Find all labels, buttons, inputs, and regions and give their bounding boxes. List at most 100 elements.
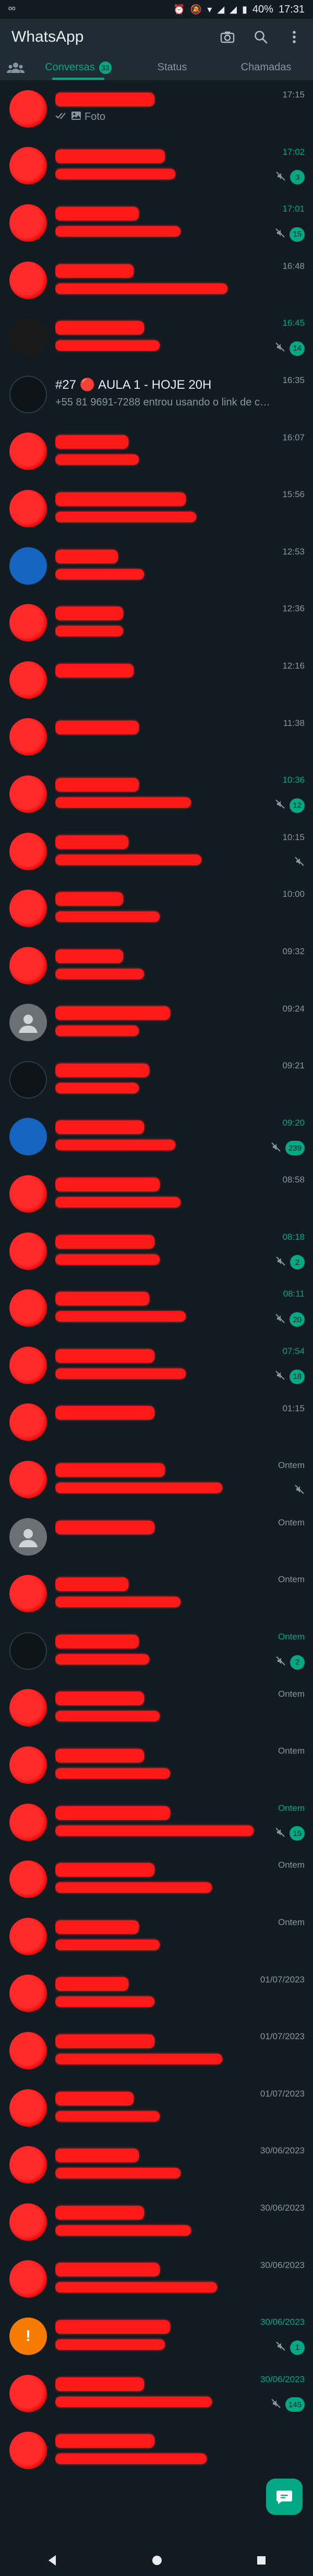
chat-row[interactable]: 30/06/2023: [0, 2193, 313, 2251]
avatar[interactable]: [9, 1004, 47, 1042]
avatar[interactable]: [9, 2203, 47, 2241]
redacted-name: [55, 435, 128, 449]
avatar[interactable]: [9, 204, 47, 242]
chat-row[interactable]: 10:00: [0, 880, 313, 937]
avatar[interactable]: [9, 1175, 47, 1213]
avatar[interactable]: [9, 1118, 47, 1156]
search-icon[interactable]: [251, 28, 270, 46]
avatar[interactable]: [9, 661, 47, 699]
chat-row[interactable]: 15:56: [0, 480, 313, 537]
avatar[interactable]: [9, 1632, 47, 1670]
more-options-icon[interactable]: [285, 28, 304, 46]
avatar[interactable]: [9, 147, 47, 185]
avatar[interactable]: [9, 1917, 47, 1955]
tab-status[interactable]: Status: [125, 55, 219, 80]
chat-row[interactable]: 16:48: [0, 252, 313, 309]
chat-row[interactable]: 09:20 239: [0, 1108, 313, 1166]
chat-row[interactable]: 09:24: [0, 994, 313, 1052]
chat-row[interactable]: 11:38: [0, 709, 313, 766]
avatar[interactable]: [9, 718, 47, 756]
avatar[interactable]: [9, 2374, 47, 2412]
chat-row[interactable]: Ontem: [0, 1908, 313, 1965]
chat-row[interactable]: 01/07/2023: [0, 1965, 313, 2023]
chat-row[interactable]: #27 🔴 AULA 1 - HOJE 20H +55 81 9691-7288 …: [0, 366, 313, 423]
avatar[interactable]: [9, 1346, 47, 1384]
avatar[interactable]: [9, 2260, 47, 2298]
chat-row[interactable]: 30/06/2023: [0, 2136, 313, 2193]
avatar[interactable]: [9, 2146, 47, 2184]
avatar[interactable]: [9, 90, 47, 128]
avatar[interactable]: [9, 775, 47, 813]
avatar[interactable]: [9, 2031, 47, 2069]
chat-row[interactable]: Ontem: [0, 1508, 313, 1566]
avatar[interactable]: [9, 318, 47, 356]
chat-row[interactable]: [0, 2422, 313, 2479]
chat-row[interactable]: Ontem: [0, 1451, 313, 1508]
chat-row[interactable]: Ontem: [0, 1736, 313, 1794]
avatar[interactable]: [9, 2432, 47, 2470]
chat-row[interactable]: ! 30/06/2023 1: [0, 2308, 313, 2365]
avatar[interactable]: [9, 375, 47, 413]
chat-row[interactable]: 12:16: [0, 651, 313, 709]
chat-row[interactable]: 17:02 3: [0, 138, 313, 195]
redacted-snippet: [55, 1768, 170, 1779]
avatar[interactable]: [9, 2089, 47, 2127]
avatar[interactable]: !: [9, 2317, 47, 2355]
redacted-snippet: [55, 797, 191, 808]
chat-row[interactable]: 30/06/2023: [0, 2251, 313, 2308]
tab-chats[interactable]: Conversas 33: [31, 55, 125, 80]
avatar[interactable]: [9, 1232, 47, 1270]
avatar[interactable]: [9, 946, 47, 984]
chat-row[interactable]: Ontem: [0, 1680, 313, 1737]
chat-row[interactable]: 01:15: [0, 1394, 313, 1451]
chat-row[interactable]: Ontem 15: [0, 1794, 313, 1851]
redacted-name: [55, 150, 165, 164]
chat-row[interactable]: 10:36 12: [0, 766, 313, 823]
avatar[interactable]: [9, 1975, 47, 2013]
avatar[interactable]: [9, 832, 47, 870]
chat-row[interactable]: Ontem: [0, 1565, 313, 1622]
chat-row[interactable]: 08:58: [0, 1165, 313, 1223]
avatar[interactable]: [9, 890, 47, 928]
chat-row[interactable]: 01/07/2023: [0, 2079, 313, 2137]
chat-row[interactable]: Ontem: [0, 1851, 313, 1908]
camera-icon[interactable]: [218, 28, 237, 46]
home-icon[interactable]: [151, 2555, 163, 2566]
chat-row[interactable]: 17:01 15: [0, 194, 313, 252]
chat-row[interactable]: Foto 17:15: [0, 80, 313, 138]
avatar[interactable]: [9, 1575, 47, 1613]
chat-row[interactable]: 16:45 14: [0, 309, 313, 366]
chat-row[interactable]: 08:11 20: [0, 1279, 313, 1337]
new-chat-button[interactable]: [266, 2479, 303, 2515]
chat-row[interactable]: 10:15: [0, 823, 313, 880]
avatar[interactable]: [9, 433, 47, 471]
avatar[interactable]: [9, 1746, 47, 1784]
muted-icon: [275, 228, 285, 241]
avatar[interactable]: [9, 489, 47, 527]
communities-tab[interactable]: [0, 55, 31, 80]
chat-row[interactable]: 12:53: [0, 537, 313, 595]
avatar[interactable]: [9, 1061, 47, 1099]
recents-icon[interactable]: [256, 2555, 267, 2566]
avatar[interactable]: [9, 1461, 47, 1499]
avatar[interactable]: [9, 1289, 47, 1327]
avatar[interactable]: [9, 1518, 47, 1556]
avatar[interactable]: [9, 547, 47, 585]
chat-row[interactable]: 09:32: [0, 937, 313, 994]
chat-row[interactable]: 09:21: [0, 1051, 313, 1108]
chat-row[interactable]: 12:36: [0, 594, 313, 651]
avatar[interactable]: [9, 1803, 47, 1841]
chat-row[interactable]: 08:18 2: [0, 1223, 313, 1280]
chat-row[interactable]: 30/06/2023 145: [0, 2365, 313, 2422]
avatar[interactable]: [9, 604, 47, 642]
tab-calls[interactable]: Chamadas: [219, 55, 313, 80]
avatar[interactable]: [9, 1689, 47, 1727]
chat-row[interactable]: Ontem 2: [0, 1622, 313, 1680]
avatar[interactable]: [9, 1403, 47, 1441]
chat-row[interactable]: 01/07/2023: [0, 2022, 313, 2079]
avatar[interactable]: [9, 1860, 47, 1899]
chat-row[interactable]: 07:54 18: [0, 1337, 313, 1394]
chat-row[interactable]: 16:07: [0, 423, 313, 480]
avatar[interactable]: [9, 261, 47, 299]
back-icon[interactable]: [46, 2554, 58, 2567]
